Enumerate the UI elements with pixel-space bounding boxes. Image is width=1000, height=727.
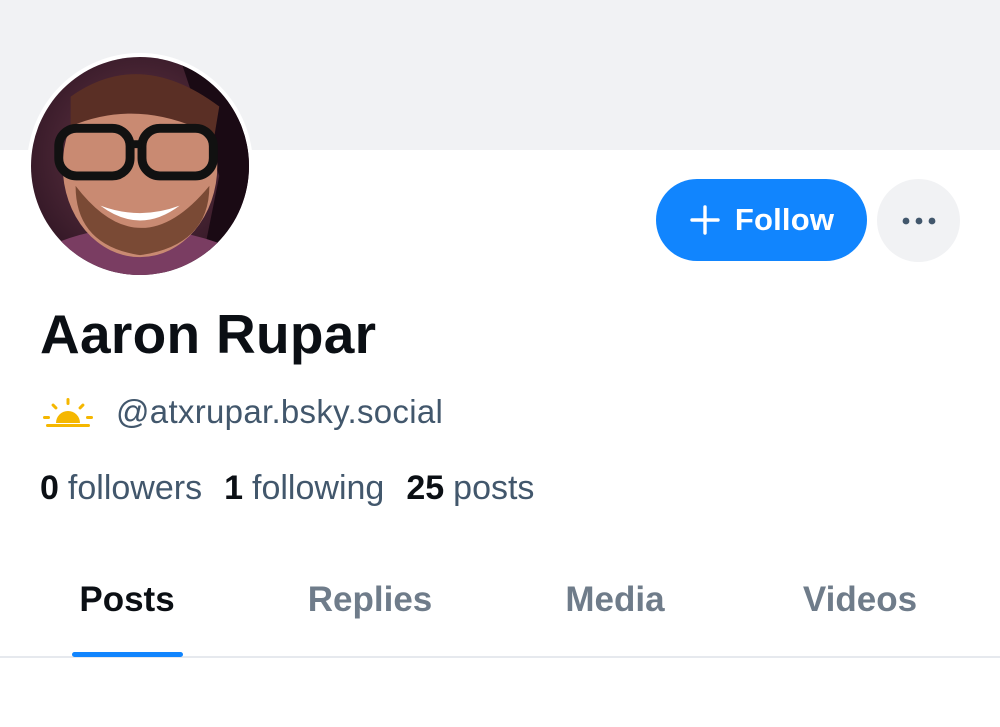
posts-stat: 25 posts — [406, 466, 534, 510]
ellipsis-icon — [902, 217, 935, 224]
avatar-image — [31, 57, 249, 275]
plus-icon — [690, 205, 720, 235]
profile-tabs: Posts Replies Media Videos — [0, 560, 1000, 658]
follow-button[interactable]: Follow — [656, 179, 867, 261]
posts-count: 25 — [406, 469, 445, 507]
active-tab-indicator — [72, 652, 183, 657]
handle-row: @atxrupar.bsky.social — [42, 390, 443, 434]
more-options-button[interactable] — [877, 179, 960, 262]
follow-label: Follow — [734, 202, 835, 237]
profile-stats: 0 followers 1 following 25 posts — [40, 466, 556, 510]
profile-handle[interactable]: @atxrupar.bsky.social — [116, 393, 443, 431]
tab-media[interactable]: Media — [490, 560, 740, 656]
display-name: Aaron Rupar — [40, 303, 377, 365]
followers-count: 0 — [40, 469, 59, 507]
following-label: following — [252, 469, 385, 507]
avatar-photo — [31, 57, 249, 275]
tab-posts[interactable]: Posts — [2, 560, 252, 656]
posts-label: posts — [453, 469, 535, 507]
sunrise-icon — [43, 398, 93, 427]
tab-videos[interactable]: Videos — [735, 560, 985, 656]
following-count: 1 — [224, 469, 244, 507]
followers-stat[interactable]: 0 followers — [40, 466, 202, 510]
tab-replies[interactable]: Replies — [245, 560, 495, 656]
profile-screen: Follow Aaron Rupar @atxrupar.bsky.social… — [0, 0, 1000, 727]
avatar[interactable] — [27, 53, 253, 279]
followers-label: followers — [67, 469, 203, 507]
following-stat[interactable]: 1 following — [224, 466, 384, 510]
